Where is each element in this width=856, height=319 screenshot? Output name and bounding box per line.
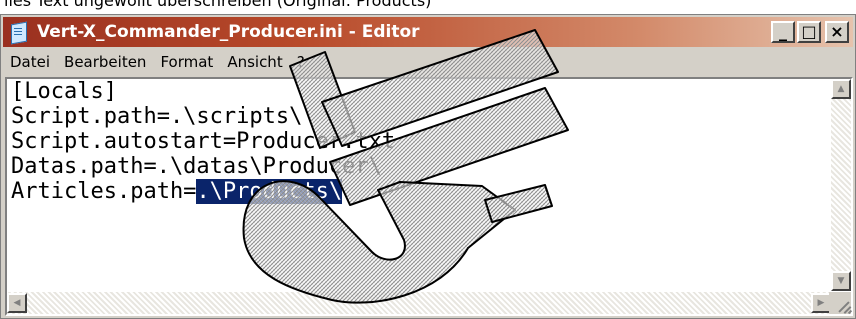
text-line-prefix: Articles.path=: [11, 179, 197, 204]
scroll-right-button[interactable]: ▶: [811, 293, 831, 313]
minimize-button[interactable]: _: [771, 21, 795, 43]
maximize-button[interactable]: □: [797, 21, 821, 43]
notepad-icon: [9, 21, 29, 45]
text-line: [Locals]: [11, 79, 117, 104]
vertical-scrollbar[interactable]: ▲ ▼: [831, 79, 851, 291]
menu-bar: Datei Bearbeiten Format Ansicht ?: [3, 49, 853, 75]
menu-help[interactable]: ?: [290, 53, 312, 71]
text-line: Script.path=.\scripts\: [11, 104, 303, 129]
window-title: Vert-X_Commander_Producer.ini - Editor: [37, 22, 420, 42]
scroll-left-button[interactable]: ◀: [7, 293, 27, 313]
selected-text[interactable]: .\Products\: [196, 179, 343, 204]
scroll-up-button[interactable]: ▲: [831, 79, 851, 99]
text-line: Datas.path=.\datas\Producer\: [11, 154, 382, 179]
menu-bearbeiten[interactable]: Bearbeiten: [57, 53, 153, 71]
title-bar[interactable]: Vert-X_Commander_Producer.ini - Editor _…: [3, 17, 853, 47]
resize-grip[interactable]: [829, 292, 853, 315]
scroll-down-button[interactable]: ▼: [831, 271, 851, 291]
text-line-last: Articles.path=.\Products\: [11, 179, 833, 204]
horizontal-scrollbar[interactable]: ◀ ▶: [7, 292, 831, 314]
close-button[interactable]: ×: [825, 21, 849, 43]
notepad-window: Vert-X_Commander_Producer.ini - Editor _…: [0, 14, 856, 319]
menu-ansicht[interactable]: Ansicht: [220, 53, 289, 71]
text-editor[interactable]: [Locals] Script.path=.\scripts\ Script.aut…: [5, 77, 853, 316]
menu-datei[interactable]: Datei: [3, 53, 57, 71]
caption-text: lles Text ungewollt überschreiben (Origi…: [4, 0, 432, 10]
menu-format[interactable]: Format: [153, 53, 220, 71]
text-line: Script.autostart=Producer.txt: [11, 129, 396, 154]
text-area[interactable]: [Locals] Script.path=.\scripts\ Script.aut…: [9, 79, 833, 289]
